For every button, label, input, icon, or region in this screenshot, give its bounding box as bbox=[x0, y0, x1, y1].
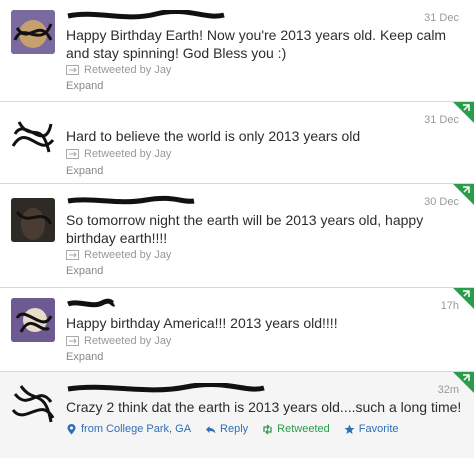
favorite-button[interactable]: Favorite bbox=[344, 423, 399, 435]
tweet-feed: 31 Dec Happy Birthday Earth! Now you're … bbox=[0, 0, 474, 458]
tweet-3[interactable]: 30 Dec So tomorrow night the earth will … bbox=[0, 184, 474, 288]
tweet-text: So tomorrow night the earth will be 2013… bbox=[66, 212, 424, 246]
tweet-5[interactable]: 32m Crazy 2 think dat the earth is 2013 … bbox=[0, 372, 474, 458]
redacted-avatar-scribble bbox=[11, 385, 55, 423]
avatar[interactable] bbox=[11, 198, 55, 242]
retweeted-by-label: Retweeted by Jay bbox=[84, 249, 172, 261]
tweet-time[interactable]: 17h bbox=[441, 300, 459, 312]
redacted-username bbox=[67, 383, 265, 393]
tweet-time[interactable]: 30 Dec bbox=[424, 196, 459, 208]
reply-label: Reply bbox=[220, 423, 249, 435]
retweet-icon bbox=[66, 250, 79, 260]
tweet-time[interactable]: 31 Dec bbox=[424, 12, 459, 24]
retweet-corner-icon bbox=[463, 290, 470, 297]
retweeted-label: Retweeted bbox=[277, 423, 330, 435]
expand-link[interactable]: Expand bbox=[66, 165, 103, 177]
tweet-text: Happy birthday America!!! 2013 years old… bbox=[66, 315, 338, 331]
retweet-corner-icon bbox=[463, 374, 470, 381]
retweeted-by: Retweeted by Jay bbox=[66, 249, 171, 261]
retweeted-by: Retweeted by Jay bbox=[66, 335, 171, 347]
retweet-icon bbox=[66, 65, 79, 75]
tweet-text: Crazy 2 think dat the earth is 2013 year… bbox=[66, 399, 462, 415]
tweet-2[interactable]: 31 Dec Hard to believe the world is only… bbox=[0, 102, 474, 184]
tweet-time[interactable]: 32m bbox=[438, 384, 459, 396]
star-icon bbox=[344, 424, 355, 434]
avatar[interactable] bbox=[11, 10, 55, 54]
retweeted-by-label: Retweeted by Jay bbox=[84, 335, 172, 347]
retweeted-by: Retweeted by Jay bbox=[66, 148, 171, 160]
reply-button[interactable]: Reply bbox=[205, 423, 248, 435]
retweeted-button[interactable]: Retweeted bbox=[262, 423, 330, 435]
retweet-icon bbox=[66, 336, 79, 346]
retweet-corner-icon bbox=[463, 104, 470, 111]
redacted-avatar-scribble bbox=[11, 198, 55, 242]
retweet-icon bbox=[263, 424, 272, 434]
redacted-avatar-scribble bbox=[11, 298, 55, 342]
tweet-actions: from College Park, GA Reply Retweeted Fa… bbox=[66, 423, 413, 435]
avatar[interactable] bbox=[11, 114, 55, 158]
avatar[interactable] bbox=[11, 382, 55, 426]
location-link[interactable]: from College Park, GA bbox=[66, 423, 191, 435]
expand-link[interactable]: Expand bbox=[66, 265, 103, 277]
redacted-avatar-scribble bbox=[11, 121, 55, 153]
tweet-1[interactable]: 31 Dec Happy Birthday Earth! Now you're … bbox=[0, 0, 474, 102]
favorite-label: Favorite bbox=[358, 423, 399, 435]
retweeted-by-label: Retweeted by Jay bbox=[84, 148, 172, 160]
expand-link[interactable]: Expand bbox=[66, 351, 103, 363]
tweet-time[interactable]: 31 Dec bbox=[424, 114, 459, 126]
tweet-text: Hard to believe the world is only 2013 y… bbox=[66, 128, 361, 144]
redacted-username bbox=[67, 10, 225, 20]
redacted-username bbox=[67, 195, 195, 205]
expand-link[interactable]: Expand bbox=[66, 80, 103, 92]
avatar[interactable] bbox=[11, 298, 55, 342]
retweet-icon bbox=[66, 149, 79, 159]
retweet-corner-icon bbox=[463, 186, 470, 193]
retweeted-by-label: Retweeted by Jay bbox=[84, 64, 172, 76]
tweet-text: Happy Birthday Earth! Now you're 2013 ye… bbox=[66, 27, 447, 61]
tweet-4[interactable]: 17h Happy birthday America!!! 2013 years… bbox=[0, 288, 474, 372]
redacted-avatar-scribble bbox=[11, 10, 55, 54]
redacted-username bbox=[67, 298, 116, 308]
location-pin-icon bbox=[67, 423, 76, 434]
reply-icon bbox=[206, 425, 216, 433]
retweeted-by: Retweeted by Jay bbox=[66, 64, 171, 76]
location-label: from College Park, GA bbox=[81, 423, 192, 435]
